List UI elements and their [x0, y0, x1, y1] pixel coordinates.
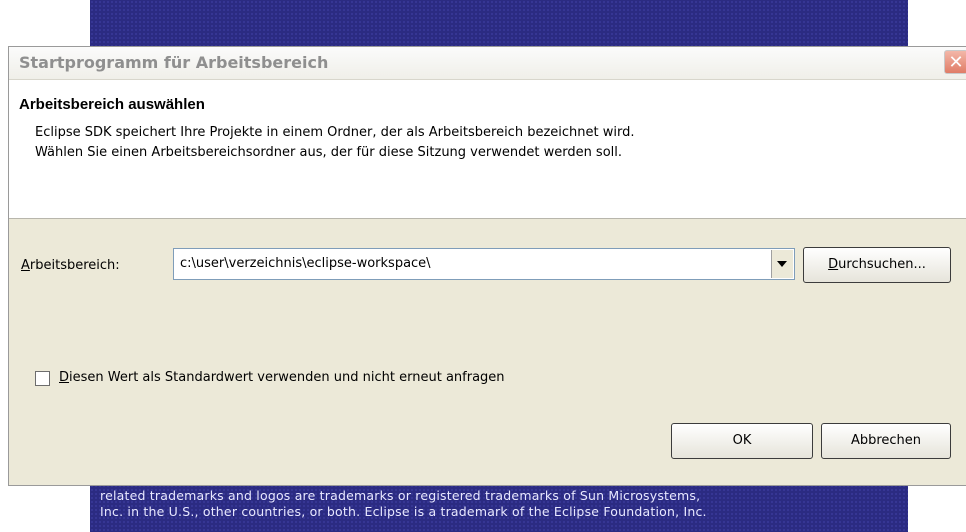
workspace-label-text: rbeitsbereich:	[29, 258, 120, 273]
workspace-label: Arbeitsbereich:	[21, 258, 120, 273]
combobox-dropdown-button[interactable]	[771, 250, 793, 278]
cancel-button[interactable]: Abbrechen	[821, 423, 951, 459]
banner-description: Eclipse SDK speichert Ihre Projekte in e…	[35, 123, 634, 163]
browse-button[interactable]: Durchsuchen...	[803, 247, 951, 283]
default-checkbox[interactable]	[35, 371, 50, 386]
default-checkbox-text: iesen Wert als Standardwert verwenden un…	[69, 370, 505, 385]
banner-description-line1: Eclipse SDK speichert Ihre Projekte in e…	[35, 125, 635, 140]
ok-button[interactable]: OK	[671, 423, 813, 459]
close-button[interactable]: ✕	[944, 50, 966, 74]
splash-text-line2: Inc. in the U.S., other countries, or bo…	[100, 504, 707, 519]
close-icon: ✕	[948, 52, 964, 73]
browse-button-mnemonic: D	[828, 257, 839, 272]
dialog-title: Startprogramm für Arbeitsbereich	[19, 53, 329, 72]
workspace-path-value[interactable]: c:\user\verzeichnis\eclipse-workspace\	[180, 256, 431, 271]
browse-button-label: urchsuchen...	[838, 257, 926, 272]
workspace-label-mnemonic: A	[21, 258, 30, 273]
banner-description-line2: Wählen Sie einen Arbeitsbereichsordner a…	[35, 145, 623, 160]
chevron-down-icon	[777, 261, 787, 267]
splash-text-line1: related trademarks and logos are tradema…	[100, 488, 701, 503]
banner-heading: Arbeitsbereich auswählen	[19, 96, 205, 113]
header-banner: Arbeitsbereich auswählen Eclipse SDK spe…	[9, 80, 966, 219]
workspace-launcher-dialog: Startprogramm für Arbeitsbereich ✕ Arbei…	[8, 46, 966, 486]
splash-trademark-text: related trademarks and logos are tradema…	[100, 488, 910, 520]
workspace-combobox[interactable]: c:\user\verzeichnis\eclipse-workspace\	[173, 248, 795, 280]
default-checkbox-mnemonic: D	[59, 370, 70, 385]
title-bar[interactable]: Startprogramm für Arbeitsbereich ✕	[9, 47, 966, 80]
default-checkbox-label[interactable]: Diesen Wert als Standardwert verwenden u…	[59, 370, 505, 385]
